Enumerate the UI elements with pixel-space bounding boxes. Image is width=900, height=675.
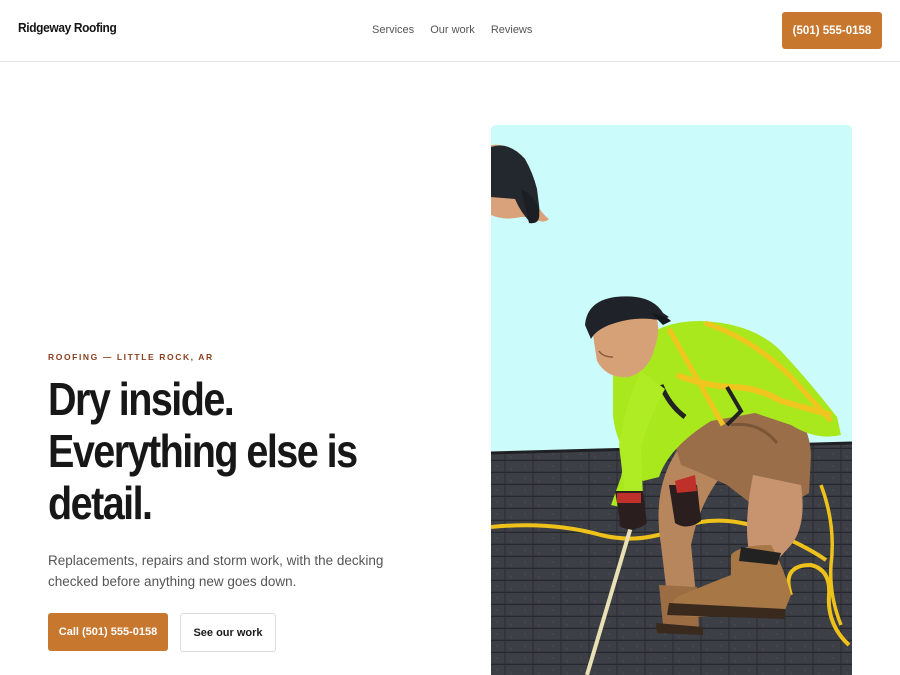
hero-photo	[491, 125, 852, 675]
call-button[interactable]: Call (501) 555-0158	[48, 613, 168, 651]
see-our-work-button[interactable]: See our work	[180, 613, 276, 652]
nav-link-services[interactable]: Services	[372, 24, 414, 36]
site-header: Ridgeway Roofing Services Our work Revie…	[0, 0, 900, 62]
headline-line-2: Everything else is	[48, 425, 358, 477]
nav-link-our-work[interactable]: Our work	[430, 24, 475, 36]
headline-line-3: detail.	[48, 477, 153, 529]
main-nav: Services Our work Reviews	[372, 24, 532, 36]
header-phone-button[interactable]: (501) 555-0158	[782, 12, 882, 49]
headline-line-1: Dry inside.	[48, 373, 235, 425]
hero-headline: Dry inside. Everything else is detail.	[48, 373, 392, 529]
nav-link-reviews[interactable]: Reviews	[491, 24, 533, 36]
hero-subcopy: Replacements, repairs and storm work, wi…	[48, 553, 384, 589]
hero-eyebrow: ROOFING — LITTLE ROCK, AR	[48, 352, 214, 362]
brand-logo[interactable]: Ridgeway Roofing	[18, 20, 117, 35]
